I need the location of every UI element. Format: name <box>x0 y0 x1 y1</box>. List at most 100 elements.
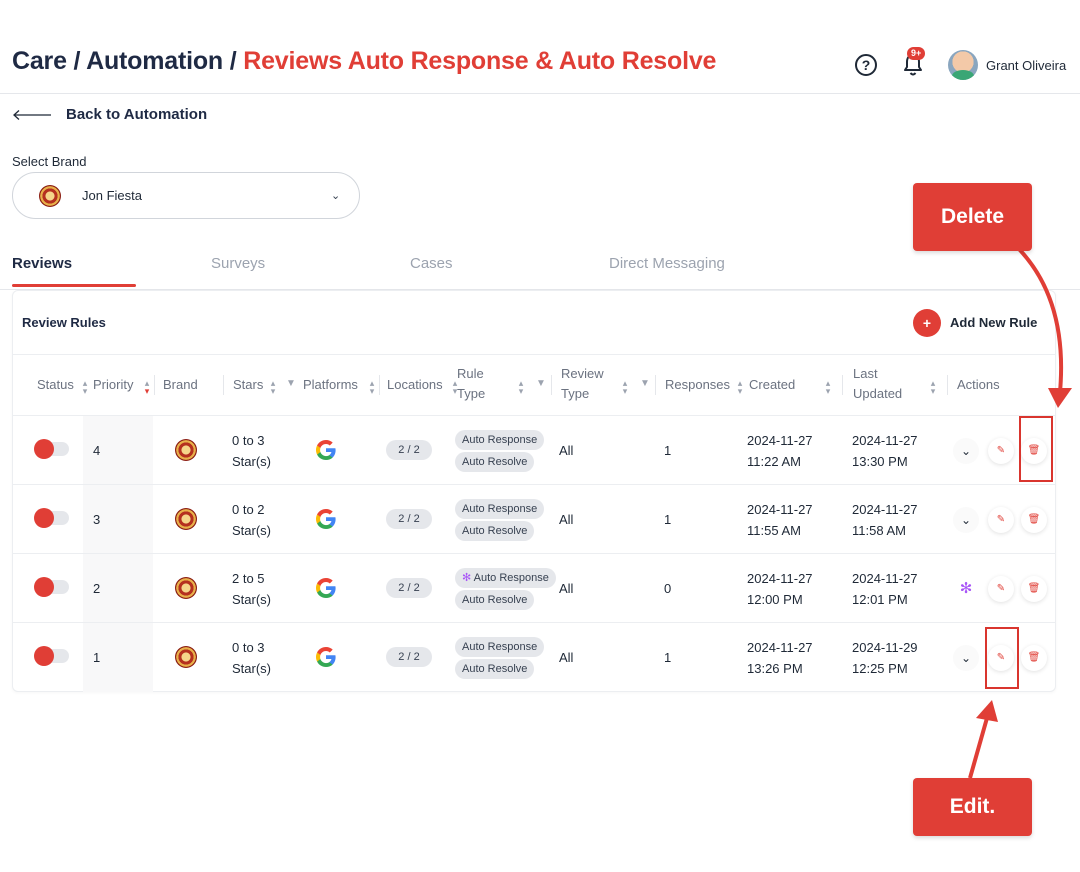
delete-button[interactable]: 🗑 <box>1021 507 1047 533</box>
trash-icon: 🗑 <box>1027 652 1041 663</box>
column-header-priority[interactable]: Priority <box>93 375 133 395</box>
sort-icon[interactable]: ▴ ▾ <box>517 379 525 396</box>
stars-value: 2 to 5 Star(s) <box>232 571 271 607</box>
pencil-icon: ✎ <box>996 445 1006 456</box>
edit-highlight-box <box>985 627 1019 689</box>
breadcrumb-care[interactable]: Care <box>12 47 67 75</box>
column-separator <box>655 375 656 395</box>
priority-value: 4 <box>93 443 101 458</box>
column-header-locations[interactable]: Locations <box>387 375 443 395</box>
column-header-responses[interactable]: Responses <box>665 375 730 395</box>
chevron-down-icon: ⌄ <box>331 190 341 202</box>
column-header-status: Status <box>37 377 74 392</box>
google-icon <box>316 647 336 667</box>
sparkle-icon[interactable]: ✻ <box>953 576 979 602</box>
rule-type-badge: Auto Response <box>455 430 545 450</box>
table-row: 2 2 to 5 Star(s) 2 / 2 ✻ Auto Response Au… <box>13 553 1055 622</box>
column-separator <box>551 375 552 395</box>
tab-cases[interactable]: Cases <box>410 255 453 272</box>
updated-value: 2024-11-27 11:58 AM <box>852 502 918 538</box>
user-name[interactable]: Grant Oliveira <box>986 58 1066 73</box>
review-type-value: All <box>559 443 574 458</box>
google-icon <box>316 440 336 460</box>
edit-callout: Edit. <box>913 778 1032 836</box>
review-type-value: All <box>559 650 574 665</box>
rule-type-badge: ✻ Auto Response <box>455 568 556 588</box>
sort-icon[interactable]: ▴ ▾ <box>81 379 89 396</box>
column-separator <box>842 375 843 395</box>
updated-value: 2024-11-27 13:30 PM <box>852 433 918 469</box>
breadcrumb-separator: / <box>66 47 87 75</box>
column-header-review-type[interactable]: Review Type <box>561 364 604 404</box>
pencil-icon: ✎ <box>996 514 1006 525</box>
sort-icon[interactable]: ▴ ▾ <box>269 379 277 396</box>
add-rule-label[interactable]: Add New Rule <box>950 315 1037 330</box>
tab-reviews[interactable]: Reviews <box>12 255 72 272</box>
priority-value: 2 <box>93 581 101 596</box>
card-title: Review Rules <box>22 315 106 330</box>
page-title: Reviews Auto Response & Auto Resolve <box>243 47 717 75</box>
delete-button[interactable]: 🗑 <box>1021 645 1047 671</box>
filter-icon[interactable]: ▼ <box>536 379 546 389</box>
table-row: 4 0 to 3 Star(s) 2 / 2 Auto Response Auto… <box>13 415 1055 484</box>
sort-icon[interactable]: ▴ ▾ <box>824 379 832 396</box>
tab-direct-messaging[interactable]: Direct Messaging <box>609 255 725 272</box>
brand-select-value: Jon Fiesta <box>82 188 142 203</box>
breadcrumb-separator: / <box>222 47 244 75</box>
status-toggle[interactable] <box>34 439 69 459</box>
status-toggle[interactable] <box>34 646 69 666</box>
chevron-down-icon[interactable]: ⌄ <box>953 645 979 671</box>
rule-type-badge: Auto Resolve <box>455 452 535 472</box>
edit-button[interactable]: ✎ <box>988 576 1014 602</box>
column-separator <box>947 375 948 395</box>
chevron-down-icon[interactable]: ⌄ <box>953 507 979 533</box>
created-value: 2024-11-27 11:55 AM <box>747 502 813 538</box>
avatar[interactable] <box>948 50 978 80</box>
help-circle-icon[interactable]: ? <box>855 54 877 76</box>
priority-value: 3 <box>93 512 101 527</box>
stars-value: 0 to 3 Star(s) <box>232 433 271 469</box>
filter-icon[interactable]: ▼ <box>640 379 650 389</box>
back-link[interactable]: Back to Automation <box>12 106 207 123</box>
stars-value: 0 to 2 Star(s) <box>232 502 271 538</box>
sort-icon[interactable]: ▴ ▾ <box>621 379 629 396</box>
brand-logo-icon <box>175 508 197 530</box>
sort-icon[interactable]: ▴ ▾ <box>929 379 937 396</box>
created-value: 2024-11-27 13:26 PM <box>747 640 813 676</box>
sparkle-icon: ✻ <box>462 572 472 584</box>
brand-logo-icon <box>175 439 197 461</box>
created-value: 2024-11-27 11:22 AM <box>747 433 813 469</box>
delete-highlight-box <box>1019 416 1053 482</box>
sort-icon[interactable]: ▴ ▾ <box>736 379 744 396</box>
locations-badge: 2 / 2 <box>386 509 432 529</box>
delete-callout: Delete <box>913 183 1032 251</box>
column-header-actions: Actions <box>957 377 1000 392</box>
edit-button[interactable]: ✎ <box>988 507 1014 533</box>
add-rule-button[interactable]: + <box>913 309 941 337</box>
updated-value: 2024-11-27 12:01 PM <box>852 571 918 607</box>
column-header-brand: Brand <box>163 377 198 392</box>
edit-button[interactable]: ✎ <box>988 438 1014 464</box>
status-toggle[interactable] <box>34 577 69 597</box>
sort-icon[interactable]: ▴ ▾ <box>368 379 376 396</box>
column-header-rule-type[interactable]: Rule Type <box>457 364 485 404</box>
column-separator <box>223 375 224 395</box>
column-header-last-updated[interactable]: Last Updated <box>853 364 902 404</box>
column-header-created[interactable]: Created <box>749 375 795 395</box>
locations-badge: 2 / 2 <box>386 440 432 460</box>
divider <box>13 354 1055 355</box>
chevron-down-icon[interactable]: ⌄ <box>953 438 979 464</box>
locations-badge: 2 / 2 <box>386 578 432 598</box>
delete-button[interactable]: 🗑 <box>1021 576 1047 602</box>
google-icon <box>316 578 336 598</box>
column-header-platforms[interactable]: Platforms <box>303 375 358 395</box>
sort-icon[interactable]: ▴ ▾ <box>143 379 151 396</box>
arrow-left-icon <box>13 109 51 120</box>
status-toggle[interactable] <box>34 508 69 528</box>
brand-select[interactable]: Jon Fiesta ⌄ <box>12 172 360 219</box>
filter-icon[interactable]: ▼ <box>286 379 296 389</box>
column-header-stars[interactable]: Stars <box>233 375 263 395</box>
breadcrumb-automation[interactable]: Automation <box>86 47 223 75</box>
tab-surveys[interactable]: Surveys <box>211 255 265 272</box>
active-tab-indicator <box>12 284 136 287</box>
